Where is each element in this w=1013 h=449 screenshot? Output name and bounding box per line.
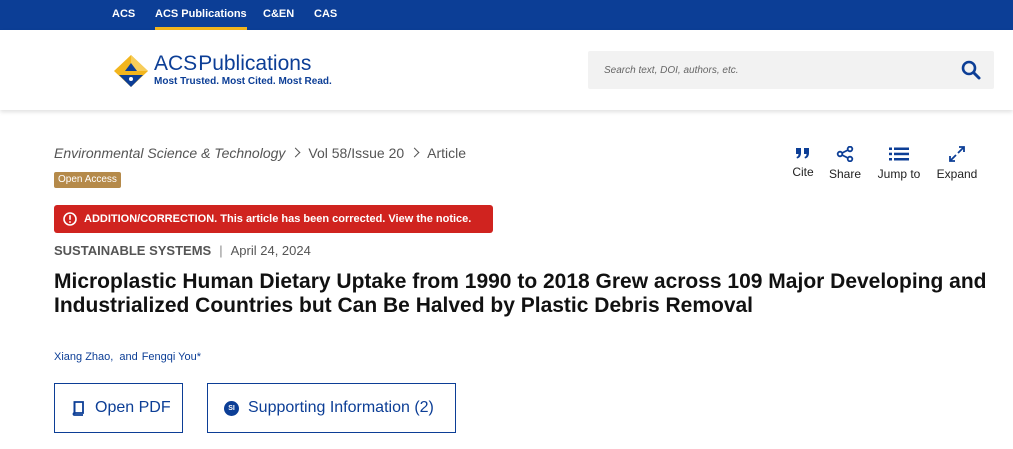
- search-icon: [961, 60, 981, 80]
- share-label: Share: [828, 167, 862, 181]
- supporting-information-label: Supporting Information (2): [248, 399, 434, 416]
- author-joiner: and: [119, 351, 138, 363]
- alert-circle-icon: [63, 212, 77, 226]
- expand-label: Expand: [936, 167, 978, 181]
- logo-wordmark-prefix: ACS: [154, 52, 198, 75]
- list-icon: [889, 147, 909, 161]
- logo-tagline: Most Trusted. Most Cited. Most Read.: [154, 76, 332, 87]
- article-title: Microplastic Human Dietary Uptake from 1…: [54, 270, 987, 317]
- book-icon: [72, 401, 84, 416]
- correction-notice-banner[interactable]: ADDITION/CORRECTION. This article has be…: [54, 205, 493, 233]
- expand-icon: [949, 146, 965, 162]
- share-button[interactable]: Share: [827, 146, 863, 186]
- jump-to-button[interactable]: Jump to: [875, 146, 923, 186]
- author-list: Xiang Zhao, and Fengqi You*: [54, 351, 201, 363]
- search-input[interactable]: [588, 51, 948, 89]
- network-bar: ACS ACS Publications C&EN CAS: [0, 0, 1013, 30]
- breadcrumb-article: Article: [427, 145, 467, 162]
- acs-publications-logo[interactable]: ACSPublications Most Trusted. Most Cited…: [112, 52, 332, 92]
- expand-button[interactable]: Expand: [935, 146, 979, 186]
- chevron-right-icon: [290, 147, 301, 158]
- cite-button[interactable]: Cite: [789, 146, 817, 186]
- quote-icon: [796, 148, 809, 159]
- article-meta: SUSTAINABLE SYSTEMS | April 24, 2024: [54, 243, 311, 258]
- jump-to-label: Jump to: [877, 167, 921, 181]
- search-box: [588, 51, 994, 89]
- open-access-badge: Open Access: [54, 172, 121, 188]
- breadcrumb: Environmental Science & Technology Vol 58…: [54, 144, 466, 162]
- author-name[interactable]: Xiang Zhao,: [54, 351, 113, 363]
- article-section: SUSTAINABLE SYSTEMS: [54, 243, 212, 258]
- network-link-acs-publications[interactable]: ACS Publications: [155, 0, 247, 30]
- share-icon: [836, 146, 854, 162]
- logo-wordmark-suffix: Publications: [198, 52, 312, 75]
- breadcrumb-issue[interactable]: Vol 58/Issue 20: [308, 145, 404, 161]
- network-link-cen[interactable]: C&EN: [263, 0, 294, 30]
- article-date: April 24, 2024: [230, 243, 311, 258]
- site-header: ACSPublications Most Trusted. Most Cited…: [0, 30, 1013, 110]
- network-link-acs[interactable]: ACS: [112, 0, 135, 30]
- logo-wordmark: ACSPublications: [154, 52, 311, 76]
- cite-label: Cite: [792, 165, 814, 179]
- meta-divider: |: [219, 243, 223, 258]
- breadcrumb-journal[interactable]: Environmental Science & Technology: [54, 145, 285, 161]
- search-button[interactable]: [960, 59, 982, 81]
- open-pdf-label: Open PDF: [95, 399, 171, 416]
- correction-text: ADDITION/CORRECTION. This article has be…: [84, 213, 472, 225]
- chevron-right-icon: [409, 147, 420, 158]
- author-name[interactable]: Fengqi You*: [142, 351, 201, 363]
- si-badge-icon: SI: [224, 401, 239, 416]
- acs-logo-icon: [114, 55, 148, 87]
- open-pdf-button[interactable]: Open PDF: [54, 383, 183, 433]
- network-link-cas[interactable]: CAS: [314, 0, 337, 30]
- supporting-information-button[interactable]: SI Supporting Information (2): [207, 383, 456, 433]
